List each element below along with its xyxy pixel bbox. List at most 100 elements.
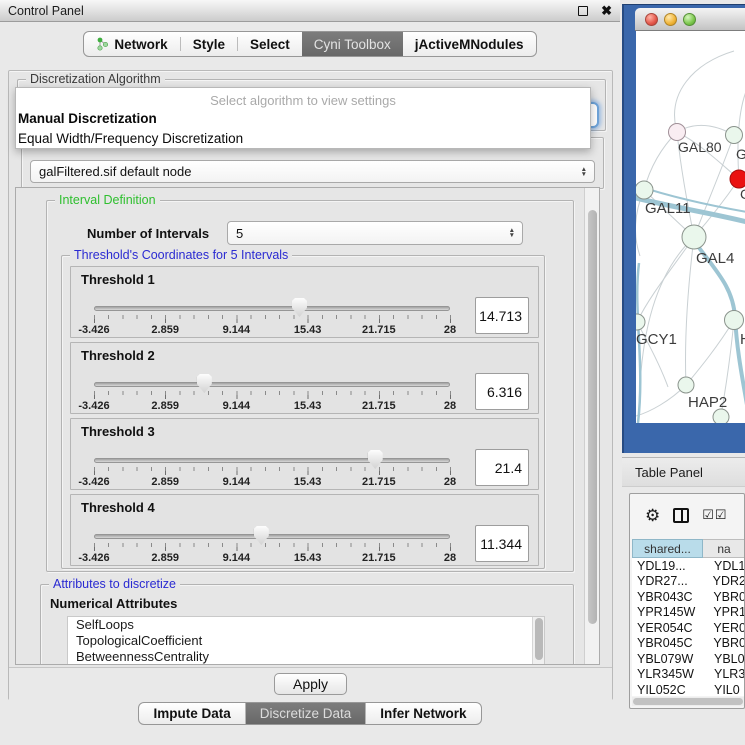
cell-shared-name[interactable]: YER054C — [632, 621, 713, 635]
tab-select[interactable]: Select — [238, 32, 302, 56]
cell-shared-name[interactable]: YLR345W — [632, 667, 714, 681]
tab-discretize-data-label: Discretize Data — [260, 706, 352, 721]
slider-minor-ticks — [94, 543, 451, 547]
settings-scrollpanel: Interval Definition Number of Intervals … — [15, 187, 600, 665]
interval-definition-group: Interval Definition Number of Intervals … — [46, 200, 574, 572]
cell-shared-name[interactable]: YBL079W — [632, 652, 714, 666]
cell-name[interactable]: YIL0 — [714, 683, 740, 696]
cell-name[interactable]: YBL0 — [714, 652, 745, 666]
tab-style[interactable]: Style — [181, 32, 237, 56]
float-window-icon[interactable] — [578, 6, 588, 16]
apply-button[interactable]: Apply — [274, 673, 347, 695]
threshold-1-slider-track[interactable] — [94, 306, 450, 311]
cell-shared-name[interactable]: YPR145W — [632, 605, 713, 619]
attribute-item[interactable]: BetweennessCentrality — [68, 649, 544, 665]
node-h[interactable] — [725, 311, 744, 330]
tick-label: 2.859 — [151, 552, 179, 564]
node-bottom[interactable] — [713, 409, 729, 423]
cell-shared-name[interactable]: YBR045C — [632, 636, 713, 650]
gear-icon[interactable]: ⚙ — [645, 507, 660, 524]
tick-label: 21.715 — [362, 400, 396, 412]
cell-name[interactable]: YDR2 — [713, 574, 745, 588]
node-gal11[interactable] — [636, 181, 653, 199]
node-hap2[interactable] — [678, 377, 694, 393]
threshold-4-value[interactable]: 11.344 — [475, 525, 529, 562]
cell-name[interactable]: YER0 — [713, 621, 745, 635]
close-traffic-light-icon[interactable] — [645, 13, 658, 26]
cell-name[interactable]: YBR0 — [713, 636, 745, 650]
table-row[interactable]: YBL079WYBL0 — [632, 651, 745, 667]
scrollbar-thumb[interactable] — [633, 698, 743, 705]
tab-network-label: Network — [114, 37, 167, 52]
tab-network[interactable]: Network — [84, 32, 179, 56]
table-horizontal-scrollbar[interactable] — [632, 697, 745, 706]
bottom-tabbar: Impute Data Discretize Data Infer Networ… — [0, 702, 620, 725]
threshold-1-value[interactable]: 14.713 — [475, 297, 529, 334]
scrollbar-thumb[interactable] — [588, 210, 597, 624]
table-row[interactable]: YLR345WYLR3 — [632, 667, 745, 683]
cell-shared-name[interactable]: YDR27... — [632, 574, 713, 588]
slider-tick-labels: -3.4262.8599.14415.4321.71528 — [94, 474, 450, 488]
cell-shared-name[interactable]: YBR043C — [632, 590, 713, 604]
network-canvas[interactable]: GAL80 GA C GAL11 GAL4 GCY1 H HAP2 — [636, 31, 745, 423]
threshold-3-value[interactable]: 21.4 — [475, 449, 529, 486]
threshold-3-slider-track[interactable] — [94, 458, 450, 463]
discretization-algorithm-label: Discretization Algorithm — [26, 72, 165, 86]
thresholds-legend: Threshold's Coordinates for 5 Intervals — [70, 248, 292, 262]
table-row[interactable]: YBR043CYBR0 — [632, 589, 745, 605]
table-row[interactable]: YIL052CYIL0 — [632, 682, 745, 696]
minimize-traffic-light-icon[interactable] — [664, 13, 677, 26]
threshold-3-label: Threshold 3 — [81, 424, 155, 439]
node-top-right[interactable] — [726, 127, 743, 144]
column-header-name[interactable]: na — [703, 539, 745, 558]
table-data-combo[interactable]: galFiltered.sif default node ▲▼ — [30, 160, 595, 183]
number-of-intervals-combo[interactable]: 5 ▲▼ — [227, 221, 523, 245]
node-gal4[interactable] — [682, 225, 706, 249]
threshold-2-slider-track[interactable] — [94, 382, 450, 387]
table-row[interactable]: YDR27...YDR2 — [632, 574, 745, 590]
table-row[interactable]: YBR045CYBR0 — [632, 636, 745, 652]
algorithm-option-manual[interactable]: Manual Discretization — [16, 109, 590, 129]
node-gal80[interactable] — [669, 124, 686, 141]
threshold-2-value[interactable]: 6.316 — [475, 373, 529, 410]
cell-name[interactable]: YPR1 — [713, 605, 745, 619]
tab-discretize-data[interactable]: Discretize Data — [245, 703, 366, 724]
tick-label: 28 — [444, 552, 456, 564]
table-rows[interactable]: YDL19...YDL1YDR27...YDR2YBR043CYBR0YPR14… — [632, 558, 745, 696]
checkbox-icons[interactable]: ☑☑ — [702, 507, 727, 523]
network-window: GAL80 GA C GAL11 GAL4 GCY1 H HAP2 — [622, 4, 745, 453]
scrollbar-thumb[interactable] — [535, 618, 543, 660]
close-icon[interactable]: ✖ — [601, 6, 612, 16]
table-row[interactable]: YDL19...YDL1 — [632, 558, 745, 574]
node-gcy1[interactable] — [636, 314, 645, 330]
network-icon — [96, 37, 109, 51]
table-row[interactable]: YPR145WYPR1 — [632, 605, 745, 621]
cell-name[interactable]: YDL1 — [714, 559, 745, 573]
algorithm-option-equal-width[interactable]: Equal Width/Frequency Discretization — [16, 129, 590, 149]
cell-shared-name[interactable]: YIL052C — [632, 683, 714, 696]
settings-vertical-scrollbar[interactable] — [584, 188, 599, 664]
tick-label: 28 — [444, 400, 456, 412]
cell-name[interactable]: YBR0 — [713, 590, 745, 604]
tick-label: 15.43 — [294, 400, 322, 412]
tick-label: 9.144 — [223, 552, 251, 564]
tab-jactivemnodules[interactable]: jActiveMNodules — [403, 32, 536, 56]
attribute-item[interactable]: TopologicalCoefficient — [68, 633, 544, 649]
tab-cyni-toolbox[interactable]: Cyni Toolbox — [302, 32, 403, 56]
threshold-4-slider-track[interactable] — [94, 534, 450, 539]
split-columns-icon[interactable] — [673, 508, 689, 523]
tick-label: 15.43 — [294, 324, 322, 336]
slider-tick-labels: -3.4262.8599.14415.4321.71528 — [94, 550, 450, 564]
zoom-traffic-light-icon[interactable] — [683, 13, 696, 26]
tab-infer-network[interactable]: Infer Network — [365, 703, 480, 724]
attribute-item[interactable]: SelfLoops — [68, 617, 544, 633]
cell-shared-name[interactable]: YDL19... — [632, 559, 714, 573]
tab-impute-data[interactable]: Impute Data — [139, 703, 244, 724]
numerical-attributes-list[interactable]: SelfLoopsTopologicalCoefficientBetweenne… — [67, 616, 545, 665]
threshold-1-box: Threshold 1 -3.4262.8599.14415.4321.7152… — [70, 266, 539, 338]
attributes-list-scrollbar[interactable] — [532, 617, 544, 665]
table-row[interactable]: YER054CYER0 — [632, 620, 745, 636]
cell-name[interactable]: YLR3 — [714, 667, 745, 681]
column-header-shared-name[interactable]: shared... — [632, 539, 703, 558]
threshold-4-label: Threshold 4 — [81, 500, 155, 515]
